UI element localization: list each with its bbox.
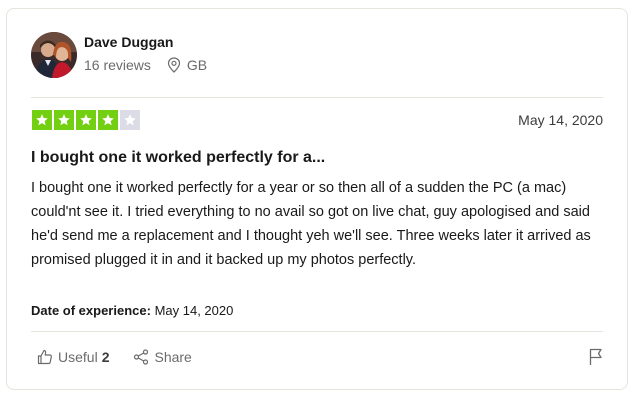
star-icon (120, 110, 140, 130)
review-card: Dave Duggan 16 reviews GB May 14, 2020 I… (6, 8, 628, 390)
divider (31, 331, 603, 332)
share-button[interactable]: Share (133, 349, 192, 365)
review-date: May 14, 2020 (518, 112, 603, 128)
avatar[interactable] (31, 32, 77, 78)
review-actions: Useful 2 Share (37, 349, 192, 365)
location-pin-icon (167, 57, 181, 73)
useful-button[interactable]: Useful 2 (37, 349, 109, 365)
date-of-experience-label: Date of experience: (31, 303, 151, 318)
star-icon (98, 110, 118, 130)
flag-icon[interactable] (588, 348, 604, 371)
date-of-experience-value: May 14, 2020 (154, 303, 234, 318)
reviewer-name[interactable]: Dave Duggan (84, 34, 173, 50)
reviewer-meta: 16 reviews GB (84, 57, 207, 73)
divider (31, 97, 603, 98)
share-label: Share (154, 349, 192, 365)
review-title[interactable]: I bought one it worked perfectly for a..… (31, 149, 325, 167)
star-rating (32, 110, 140, 130)
reviewer-country: GB (186, 57, 208, 73)
review-body: I bought one it worked perfectly for a y… (31, 180, 591, 268)
date-of-experience: Date of experience: May 14, 2020 (31, 303, 233, 318)
star-icon (32, 110, 52, 130)
star-icon (76, 110, 96, 130)
useful-count: 2 (101, 349, 110, 365)
star-icon (54, 110, 74, 130)
useful-label: Useful (58, 349, 98, 365)
thumbs-up-icon (37, 349, 52, 365)
share-icon (134, 349, 149, 365)
review-count: 16 reviews (84, 57, 151, 73)
